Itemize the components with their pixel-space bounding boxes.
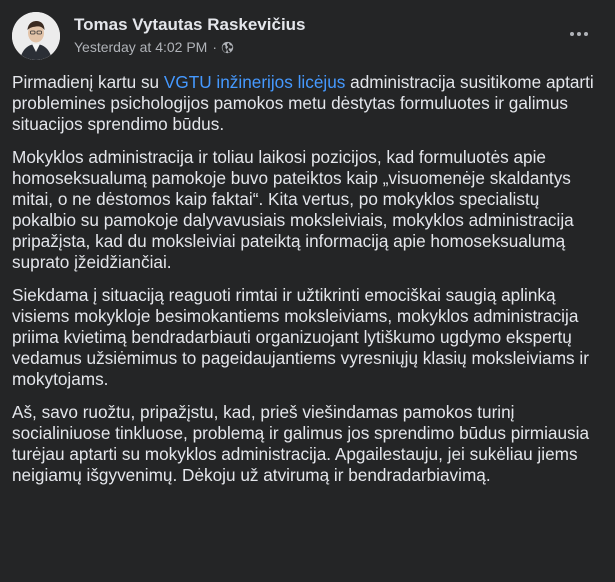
post-header: Tomas Vytautas Raskevičius Yesterday at …	[12, 12, 603, 60]
post-meta: Yesterday at 4:02 PM ·	[74, 39, 234, 55]
more-options-dot	[584, 32, 588, 36]
more-options-icon	[570, 32, 574, 36]
avatar[interactable]	[12, 12, 60, 60]
more-options-button[interactable]	[561, 16, 597, 52]
meta-separator: ·	[212, 39, 218, 55]
author-name[interactable]: Tomas Vytautas Raskevičius	[74, 15, 306, 35]
paragraph-text: Pirmadienį kartu su	[12, 72, 164, 92]
post-paragraph: Mokyklos administracija ir toliau laikos…	[12, 147, 574, 272]
post-timestamp[interactable]: Yesterday at 4:02 PM	[74, 39, 207, 55]
post-card: Tomas Vytautas Raskevičius Yesterday at …	[0, 0, 615, 582]
post-paragraph: Pirmadienį kartu su VGTU inžinerijos lic…	[12, 72, 597, 135]
page-link-vgtu[interactable]: VGTU inžinerijos licėjus	[164, 72, 345, 92]
post-paragraph: Siekdama į situaciją reaguoti rimtai ir …	[12, 285, 589, 389]
more-options-dot	[577, 32, 581, 36]
globe-icon[interactable]	[221, 41, 234, 54]
post-paragraph: Aš, savo ruožtu, pripažįstu, kad, prieš …	[12, 402, 590, 485]
post-text: Pirmadienį kartu su VGTU inžinerijos lic…	[12, 72, 597, 498]
profile-photo-icon	[12, 12, 60, 60]
